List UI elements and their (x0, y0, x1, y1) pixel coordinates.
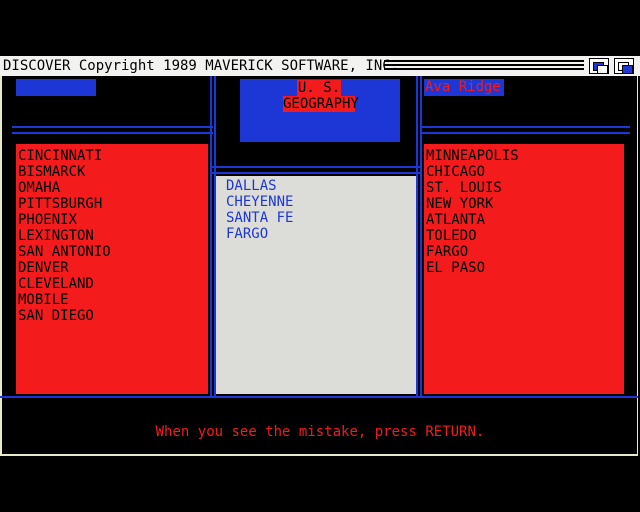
right-word-list: MINNEAPOLIS CHICAGO ST. LOUIS NEW YORK A… (424, 144, 624, 394)
divider-line (420, 76, 422, 396)
list-item: FARGO (226, 226, 269, 242)
divider-line (420, 126, 630, 128)
list-item: NEW YORK (426, 196, 494, 212)
depth-front-icon[interactable] (614, 58, 634, 74)
divider-line (212, 166, 420, 168)
list-item: ATLANTA (426, 212, 486, 228)
divider-line (210, 76, 212, 396)
list-item: FARGO (426, 244, 469, 260)
list-item: PITTSBURGH (18, 196, 103, 212)
list-item: EL PASO (426, 260, 486, 276)
list-item: DALLAS (226, 178, 277, 194)
player-right-name-box: Ava Ridge (424, 79, 504, 96)
center-word-list: DALLAS CHEYENNE SANTA FE FARGO (216, 176, 416, 394)
list-item: SAN ANTONIO (18, 244, 111, 260)
list-item: DENVER (18, 260, 69, 276)
divider-line (212, 172, 420, 174)
player-left-name-box (16, 79, 96, 96)
list-item: OMAHA (18, 180, 61, 196)
topic-title-line-2: GEOGRAPHY (283, 96, 359, 112)
divider-line (420, 132, 630, 134)
list-item: TOLEDO (426, 228, 477, 244)
list-item: LEXINGTON (18, 228, 94, 244)
list-item: CINCINNATI (18, 148, 103, 164)
topic-title-line-1: U. S. (297, 80, 341, 96)
list-item: CHICAGO (426, 164, 486, 180)
title-bar-drag-stripes[interactable] (384, 60, 584, 72)
left-word-list: CINCINNATI BISMARCK OMAHA PITTSBURGH PHO… (16, 144, 208, 394)
divider-line (0, 396, 638, 398)
list-item: MOBILE (18, 292, 69, 308)
list-item: PHOENIX (18, 212, 78, 228)
window-title: DISCOVER Copyright 1989 MAVERICK SOFTWAR… (3, 58, 400, 74)
divider-line (416, 76, 418, 396)
list-item: ST. LOUIS (426, 180, 502, 196)
list-item: BISMARCK (18, 164, 86, 180)
list-item: CHEYENNE (226, 194, 294, 210)
divider-line (12, 132, 213, 134)
window-title-bar[interactable]: DISCOVER Copyright 1989 MAVERICK SOFTWAR… (0, 56, 640, 76)
instruction-message: When you see the mistake, press RETURN. (155, 424, 485, 440)
list-item: CLEVELAND (18, 276, 94, 292)
list-item: SAN DIEGO (18, 308, 94, 324)
list-item: SANTA FE (226, 210, 294, 226)
divider-line (12, 126, 213, 128)
depth-back-icon[interactable] (589, 58, 609, 74)
list-item: MINNEAPOLIS (426, 148, 519, 164)
